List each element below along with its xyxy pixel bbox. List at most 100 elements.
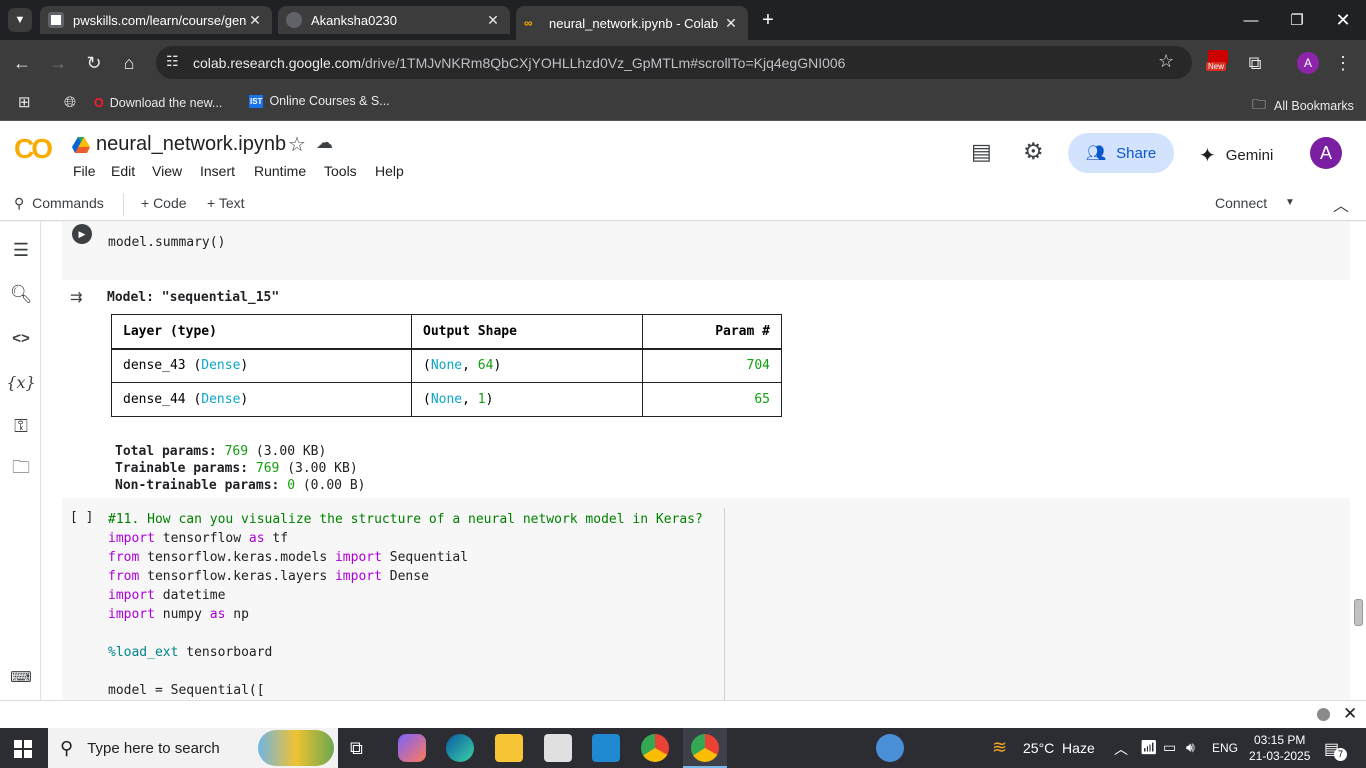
gear-icon[interactable]: ⚙ [1023, 138, 1044, 165]
output-toggle-icon[interactable]: ⇉ [70, 288, 83, 306]
profile-button[interactable]: A [1297, 52, 1319, 74]
arrow-left-icon: ← [13, 52, 31, 73]
restore-button[interactable]: ❐ [1274, 0, 1320, 40]
toc-icon[interactable]: ☰ [8, 237, 34, 263]
notifications-button[interactable]: ▤ 7 [1324, 739, 1347, 761]
extension-new-button[interactable]: New [1206, 50, 1230, 74]
home-button[interactable]: ⌂ [114, 48, 144, 78]
minimize-button[interactable]: — [1228, 0, 1274, 40]
commands-button[interactable]: ⚲ Commands [14, 195, 104, 212]
menu-edit[interactable]: Edit [111, 163, 135, 179]
language-indicator[interactable]: ENG [1212, 741, 1238, 755]
add-code-button[interactable]: + Code [141, 195, 187, 211]
connect-dropdown-icon[interactable]: ▼ [1285, 197, 1295, 208]
notebook-title[interactable]: neural_network.ipynb [96, 133, 286, 156]
reload-button[interactable]: ↻ [79, 48, 109, 78]
account-avatar[interactable]: A [1310, 137, 1342, 169]
cell-code-line[interactable]: model.summary() [108, 235, 225, 250]
play-icon: ▶ [78, 228, 86, 239]
apps-grid-icon[interactable]: ⊞ [18, 93, 31, 111]
browser-tab-pwskills[interactable]: pwskills.com/learn/course/gena ✕ [40, 6, 272, 34]
menu-help[interactable]: Help [375, 163, 404, 179]
model-summary-table: Layer (type) Output Shape Param # dense_… [111, 314, 782, 417]
close-tab-icon[interactable]: ✕ [484, 12, 502, 29]
vscode-icon[interactable] [592, 734, 620, 762]
copilot-icon[interactable] [398, 734, 426, 762]
cell-run-prompt[interactable]: [ ] [70, 510, 93, 525]
find-icon[interactable]: 🔍︎ [8, 281, 34, 307]
site-info-icon[interactable]: ☷ [166, 53, 179, 70]
menu-tools[interactable]: Tools [324, 163, 357, 179]
chevron-up-icon[interactable]: ︿ [1114, 739, 1128, 759]
clock[interactable]: 03:15 PM 21-03-2025 [1249, 732, 1310, 764]
share-button[interactable]: 👥︎ Share [1068, 133, 1174, 173]
code-snippets-icon[interactable]: <> [8, 325, 34, 351]
tab-search-button[interactable]: ▼ [8, 8, 32, 32]
params-cell: 704 [642, 348, 782, 383]
run-cell-button[interactable]: ▶ [72, 224, 92, 244]
menu-file[interactable]: File [73, 163, 96, 179]
close-window-button[interactable]: ✕ [1320, 0, 1366, 40]
all-bookmarks[interactable]: 🗀 All Bookmarks [1252, 94, 1354, 118]
collapse-header-icon[interactable]: ︿ [1333, 192, 1349, 216]
browser-tab-github[interactable]: Akanksha0230 ✕ [278, 6, 510, 34]
sparkle-icon: ✦ [1199, 145, 1216, 167]
avatar-letter: A [1319, 142, 1332, 163]
status-dot-icon[interactable] [1317, 708, 1330, 721]
google-drive-icon [72, 137, 90, 153]
params-cell: 65 [642, 382, 782, 417]
cell-code[interactable]: #11. How can you visualize the structure… [108, 510, 703, 700]
taskbar-search[interactable]: ⚲ Type here to search [48, 728, 338, 768]
scroll-thumb[interactable] [1354, 599, 1363, 626]
colab-toolbar: ⚲ Commands + Code + Text Connect ▼ ︿ [0, 188, 1366, 221]
code-cell[interactable] [62, 222, 1350, 280]
notebook-scrollbar[interactable] [1350, 222, 1366, 700]
search-icon: ⚲ [14, 195, 25, 211]
variables-icon[interactable]: {x} [6, 369, 35, 395]
folder-icon: 🗀 [1252, 96, 1266, 112]
add-text-button[interactable]: + Text [207, 195, 245, 211]
chrome-icon[interactable] [641, 734, 669, 762]
gemini-button[interactable]: ✦ Gemini [1199, 143, 1273, 168]
weather-icon[interactable]: ≋ [992, 737, 1007, 758]
star-icon[interactable]: ☆ [288, 132, 306, 157]
colab-logo[interactable]: CO [14, 133, 53, 165]
bookmark-download[interactable]: 🌐︎ O Download the new... [64, 94, 222, 111]
address-bar[interactable]: ☷ colab.research.google.com/drive/1TMJvN… [156, 46, 1192, 79]
forward-button[interactable]: → [43, 48, 73, 78]
key-icon[interactable]: ⚿ [8, 413, 34, 439]
clock-time: 03:15 PM [1254, 733, 1306, 747]
bookmark-online-courses[interactable]: IST Online Courses & S... [249, 94, 390, 108]
browser-tab-colab[interactable]: ∞ neural_network.ipynb - Colab ✕ [516, 6, 748, 40]
edge-icon[interactable] [446, 734, 474, 762]
shape-cell: (None, 64) [411, 348, 643, 383]
close-status-icon[interactable]: ✕ [1343, 704, 1357, 724]
column-header: Output Shape [411, 314, 643, 350]
extensions-button[interactable]: ⧉ [1240, 48, 1270, 78]
weather-text[interactable]: 25°C Haze [1023, 740, 1095, 756]
start-button[interactable] [14, 740, 32, 758]
cloud-saved-icon[interactable]: ☁︎ [316, 133, 333, 153]
mail-icon[interactable] [544, 734, 572, 762]
file-explorer-icon[interactable] [495, 734, 523, 762]
browser-menu-button[interactable]: ⋮ [1328, 48, 1358, 78]
network-icon[interactable]: 📶︎ [1140, 739, 1158, 756]
chrome-active-icon[interactable] [691, 734, 719, 762]
terminal-icon[interactable]: ⌨ [8, 664, 34, 690]
bookmark-star-icon[interactable]: ☆ [1158, 51, 1174, 72]
new-tab-button[interactable]: + [756, 8, 780, 32]
close-tab-icon[interactable]: ✕ [246, 12, 264, 29]
close-tab-icon[interactable]: ✕ [722, 15, 740, 32]
comments-icon[interactable]: ▤ [971, 139, 992, 165]
task-view-icon[interactable]: ⧉ [350, 738, 363, 759]
connect-button[interactable]: Connect [1215, 195, 1267, 211]
menu-insert[interactable]: Insert [200, 163, 235, 179]
notification-count: 7 [1334, 748, 1347, 761]
battery-icon[interactable]: ▭ [1163, 739, 1176, 756]
folder-icon[interactable]: 🗀 [8, 457, 34, 483]
back-button[interactable]: ← [7, 48, 37, 78]
menu-runtime[interactable]: Runtime [254, 163, 306, 179]
help-icon[interactable] [876, 734, 904, 762]
menu-view[interactable]: View [152, 163, 182, 179]
volume-icon[interactable]: 🔊︎ [1186, 739, 1195, 756]
